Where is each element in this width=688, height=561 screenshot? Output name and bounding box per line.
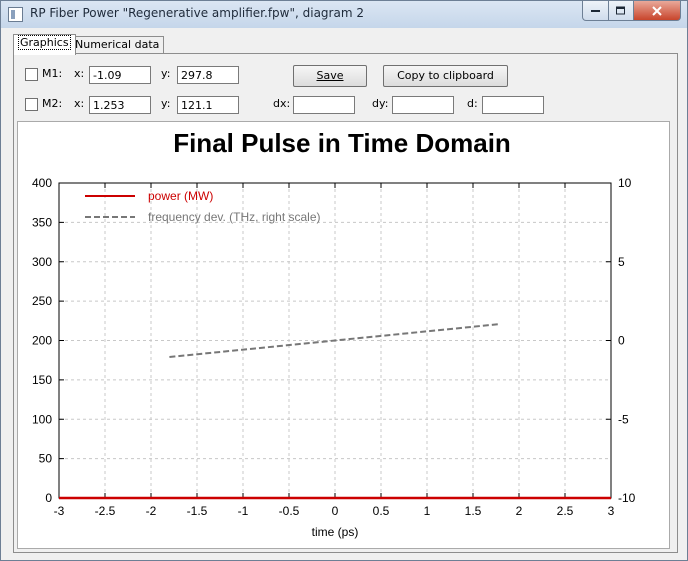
x-tick-label: 2.5	[557, 504, 574, 518]
y-tick-label: 350	[32, 215, 52, 229]
y2-tick-label: 5	[618, 255, 625, 269]
y2-tick-label: -10	[618, 491, 636, 505]
x-tick-label: -0.5	[279, 504, 300, 518]
close-button[interactable]	[633, 1, 681, 21]
m1-label: M1:	[42, 67, 63, 80]
legend-label-1: frequency dev. (THz, right scale)	[148, 210, 321, 224]
d-field[interactable]	[482, 96, 544, 114]
d-label: d:	[467, 97, 478, 110]
m2-x-label: x:	[74, 97, 85, 110]
y-tick-label: 300	[32, 255, 52, 269]
y2-tick-label: 0	[618, 334, 625, 348]
x-tick-label: 0.5	[373, 504, 390, 518]
dy-field[interactable]	[392, 96, 454, 114]
tab-graphics[interactable]: Graphics	[13, 34, 76, 55]
x-tick-label: 1.5	[465, 504, 482, 518]
save-button[interactable]: Save	[293, 65, 367, 87]
window-title: RP Fiber Power "Regenerative amplifier.f…	[30, 6, 364, 20]
m1-y-field[interactable]	[177, 66, 239, 84]
x-tick-label: -1	[238, 504, 249, 518]
tab-numerical-data[interactable]: Numerical data	[70, 36, 165, 54]
x-tick-label: -2.5	[95, 504, 116, 518]
minimize-button[interactable]	[582, 1, 609, 21]
app-window: RP Fiber Power "Regenerative amplifier.f…	[0, 0, 688, 561]
y-tick-label: 250	[32, 294, 52, 308]
maximize-icon	[616, 6, 625, 14]
x-tick-label: -3	[54, 504, 65, 518]
minimize-icon	[590, 9, 600, 12]
x-tick-label: -1.5	[187, 504, 208, 518]
m1-y-label: y:	[161, 67, 171, 80]
x-tick-label: 1	[424, 504, 431, 518]
save-button-label: Save	[316, 69, 344, 82]
title-bar[interactable]: RP Fiber Power "Regenerative amplifier.f…	[1, 1, 687, 28]
m2-x-field[interactable]	[89, 96, 151, 114]
dy-label: dy:	[372, 97, 389, 110]
graphics-panel: M1: x: y: Save Copy to clipboard M2: x: …	[13, 53, 678, 553]
x-tick-label: 0	[332, 504, 339, 518]
plot-area[interactable]: Final Pulse in Time Domain -3 -2.5 -2 -1.5 -…	[17, 121, 670, 549]
x-tick-label: 3	[608, 504, 615, 518]
copy-button-label: Copy to clipboard	[397, 69, 494, 82]
m1-x-label: x:	[74, 67, 85, 80]
m2-y-label: y:	[161, 97, 171, 110]
m1-x-field[interactable]	[89, 66, 151, 84]
m2-y-field[interactable]	[177, 96, 239, 114]
x-tick-label: 2	[516, 504, 523, 518]
y-tick-label: 400	[32, 176, 52, 190]
x-tick-label: -2	[146, 504, 157, 518]
x-axis-label: time (ps)	[312, 525, 359, 539]
app-icon[interactable]	[8, 7, 23, 22]
y2-tick-label: 10	[618, 176, 632, 190]
dx-field[interactable]	[293, 96, 355, 114]
y-tick-label: 100	[32, 412, 52, 426]
dx-label: dx:	[273, 97, 291, 110]
y-tick-label: 0	[45, 491, 52, 505]
chart: Final Pulse in Time Domain -3 -2.5 -2 -1.5 -…	[32, 128, 636, 539]
y-tick-label: 150	[32, 373, 52, 387]
y2-tick-label: -5	[618, 412, 629, 426]
y-tick-label: 50	[39, 452, 53, 466]
m2-label: M2:	[42, 97, 63, 110]
close-icon	[652, 5, 662, 16]
y-tick-label: 200	[32, 334, 52, 348]
maximize-button[interactable]	[608, 1, 634, 21]
chart-title: Final Pulse in Time Domain	[173, 128, 511, 158]
m2-checkbox[interactable]	[25, 98, 38, 111]
m1-checkbox[interactable]	[25, 68, 38, 81]
copy-to-clipboard-button[interactable]: Copy to clipboard	[383, 65, 508, 87]
legend-label-0: power (MW)	[148, 189, 213, 203]
